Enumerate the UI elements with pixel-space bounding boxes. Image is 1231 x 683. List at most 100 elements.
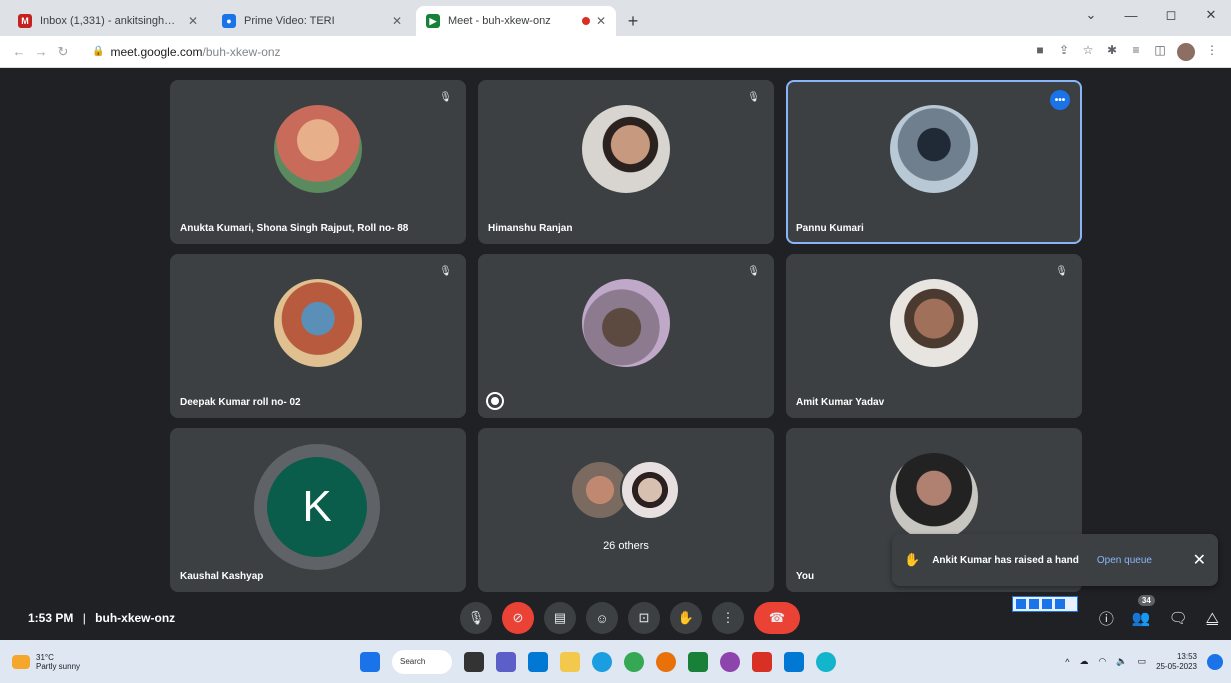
capture-icon[interactable] [1055,599,1065,609]
info-icon[interactable]: ⓘ [1099,608,1114,629]
participant-name: Amit Kumar Yadav [796,397,885,408]
window-controls: ⌄ — ◻ ✕ [1071,0,1231,30]
maximize-icon[interactable]: ◻ [1151,0,1191,30]
participant-badge-icon [488,394,502,408]
weather-widget[interactable]: 31°C Partly sunny [12,653,80,671]
store-icon[interactable] [528,651,548,672]
media-icon[interactable]: ≡ [1129,43,1143,61]
leave-call-button[interactable]: ☎ [754,602,800,634]
participant-tile[interactable]: K Kaushal Kashyap [170,428,466,592]
excel-icon[interactable] [688,651,708,672]
close-icon[interactable]: ✕ [188,14,198,28]
tab-title: Prime Video: TERI [244,15,335,27]
tab-title: Inbox (1,331) - ankitsingh@gmail.com [40,15,182,27]
weather-text: 31°C Partly sunny [36,653,80,671]
app-icon[interactable] [784,651,804,672]
close-icon[interactable]: ✕ [1193,550,1206,570]
mic-off-icon: 🎙 [747,92,760,103]
capture-icon[interactable] [1016,599,1026,609]
chat-icon[interactable]: 🗨 [1169,609,1188,627]
cloud-icon[interactable]: ☁ [1079,656,1088,667]
battery-icon[interactable]: ▭ [1138,656,1147,667]
microphone-button[interactable]: 🎙 [460,602,492,634]
participant-tile[interactable]: 🎙 Anukta Kumari, Shona Singh Rajput, Rol… [170,80,466,244]
avatar [274,104,362,193]
wifi-icon[interactable]: ◠ [1098,656,1106,667]
minimize-icon[interactable]: — [1111,0,1151,30]
weather-condition: Partly sunny [36,661,81,671]
capture-icon[interactable] [1042,599,1052,609]
mic-off-icon: 🎙 [1055,266,1068,277]
address-bar[interactable]: 🔒 meet.google.com/buh-xkew-onz [84,40,1033,64]
chrome-icon[interactable] [624,651,644,672]
participant-name: Kaushal Kashyap [180,571,264,582]
teams-icon[interactable] [496,651,516,672]
more-options-icon[interactable]: ••• [1050,90,1070,110]
capture-toolbar[interactable] [1012,596,1078,612]
task-view-icon[interactable] [464,651,484,672]
participant-tile[interactable]: 🎙 [478,254,774,418]
edge-icon[interactable] [592,651,612,672]
app-icon[interactable] [720,651,740,672]
reload-icon[interactable]: ↻ [52,44,74,60]
notification-icon[interactable] [1207,653,1223,670]
avatar [620,460,680,520]
app-icon[interactable] [656,651,676,672]
clock[interactable]: 13:53 25-05-2023 [1156,652,1197,672]
activities-icon[interactable]: ⧋ [1206,610,1219,627]
avatar [274,278,362,367]
share-icon[interactable]: ⇪ [1057,43,1071,61]
tab-meet[interactable]: ▶ Meet - buh-xkew-onz ✕ [416,6,616,36]
others-tile[interactable]: 26 others [478,428,774,592]
camera-off-button[interactable]: ⊘ [502,602,534,634]
avatar [890,278,978,367]
tab-prime-video[interactable]: ● Prime Video: TERI ✕ [212,6,412,36]
tab-gmail[interactable]: M Inbox (1,331) - ankitsingh@gmail.com ✕ [8,6,208,36]
toolbar-icons: ■ ⇪ ☆ ✱ ≡ ◫ ⋮ [1033,42,1219,61]
system-tray: ^ ☁ ◠ 🔈 ▭ 13:53 25-05-2023 [1065,652,1223,672]
start-icon[interactable] [360,651,380,672]
url-host: meet.google.com [110,44,203,59]
new-tab-button[interactable]: + [620,8,646,34]
app-icon[interactable] [816,651,836,672]
acrobat-icon[interactable] [752,651,772,672]
sidebar-icon[interactable]: ◫ [1153,43,1167,61]
extensions-icon[interactable]: ✱ [1105,43,1119,61]
menu-icon[interactable]: ⋮ [1205,43,1219,61]
capture-icon[interactable] [1029,599,1039,609]
back-icon[interactable]: ← [8,44,30,59]
chevron-up-icon[interactable]: ^ [1065,657,1069,667]
participant-tile[interactable]: 🎙 Himanshu Ranjan [478,80,774,244]
camera-icon[interactable]: ■ [1033,43,1047,61]
captions-button[interactable]: ▤ [544,602,576,634]
forward-icon[interactable]: → [30,44,52,59]
avatar-letter: K [267,457,367,557]
tab-search-icon[interactable]: ⌄ [1071,0,1111,30]
lock-icon: 🔒 [92,46,105,57]
prime-video-icon: ● [222,14,236,28]
close-icon[interactable]: ✕ [596,14,606,28]
volume-icon[interactable]: 🔈 [1116,656,1127,667]
participant-tile[interactable]: 🎙 Deepak Kumar roll no- 02 [170,254,466,418]
people-icon[interactable]: 👥 34 [1132,595,1155,627]
recording-dot-icon [581,17,590,25]
more-options-button[interactable]: ⋮ [712,602,744,634]
star-icon[interactable]: ☆ [1081,43,1095,61]
profile-avatar[interactable] [1177,42,1195,61]
participant-name: Deepak Kumar roll no- 02 [180,397,301,408]
present-button[interactable]: ⊡ [628,602,660,634]
emoji-button[interactable]: ☺ [586,602,618,634]
gmail-icon: M [18,14,32,28]
open-queue-link[interactable]: Open queue [1097,555,1152,566]
close-window-icon[interactable]: ✕ [1191,0,1231,30]
close-icon[interactable]: ✕ [392,14,402,28]
taskbar-search[interactable]: Search [392,649,452,674]
participant-tile[interactable]: ••• Pannu Kumari [786,80,1082,244]
others-count: 26 others [603,540,649,552]
weather-icon [12,654,30,669]
raise-hand-button[interactable]: ✋ [670,602,702,634]
file-explorer-icon[interactable] [560,651,580,672]
taskbar-apps: Search [360,649,836,674]
meeting-info: 1:53 PM | buh-xkew-onz [28,611,175,625]
participant-tile[interactable]: 🎙 Amit Kumar Yadav [786,254,1082,418]
